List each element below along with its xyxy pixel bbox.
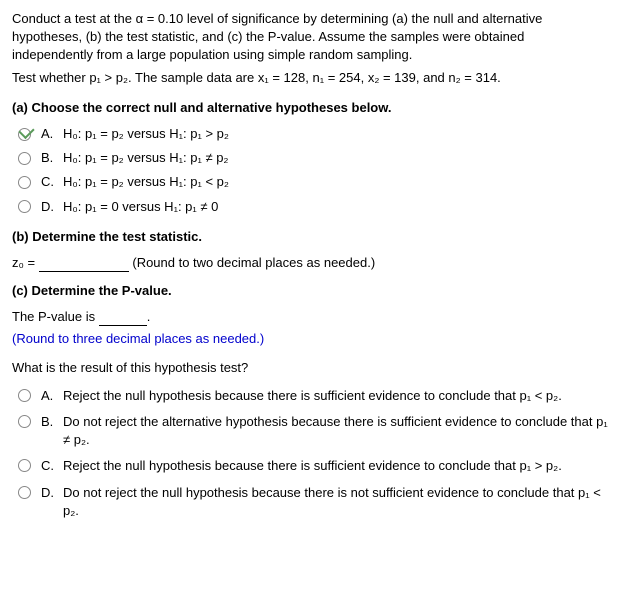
- option-text: H₀: p₁ = p₂ versus H₁: p₁ > p₂: [63, 125, 229, 143]
- option-a-row[interactable]: A. H₀: p₁ = p₂ versus H₁: p₁ > p₂: [18, 125, 608, 143]
- part-c-prompt: (c) Determine the P-value.: [12, 282, 608, 300]
- radio-icon[interactable]: [18, 459, 31, 472]
- option-label: A.: [41, 387, 63, 405]
- option-text: H₀: p₁ = 0 versus H₁: p₁ ≠ 0: [63, 198, 218, 216]
- z0-label: z₀ =: [12, 255, 35, 270]
- result-option-c[interactable]: C. Reject the null hypothesis because th…: [18, 457, 608, 475]
- option-d-row[interactable]: D. H₀: p₁ = 0 versus H₁: p₁ ≠ 0: [18, 198, 608, 216]
- option-label: C.: [41, 173, 63, 191]
- radio-icon[interactable]: [18, 152, 31, 165]
- option-label: C.: [41, 457, 63, 475]
- z0-hint: (Round to two decimal places as needed.): [132, 255, 375, 270]
- option-text: Do not reject the null hypothesis becaus…: [63, 484, 608, 520]
- radio-selected-icon[interactable]: [18, 128, 31, 141]
- option-label: B.: [41, 413, 63, 431]
- z0-input-row: z₀ = (Round to two decimal places as nee…: [12, 254, 608, 272]
- result-option-d[interactable]: D. Do not reject the null hypothesis bec…: [18, 484, 608, 520]
- option-c-row[interactable]: C. H₀: p₁ = p₂ versus H₁: p₁ < p₂: [18, 173, 608, 191]
- option-label: B.: [41, 149, 63, 167]
- option-label: A.: [41, 125, 63, 143]
- pvalue-input-blank[interactable]: [99, 311, 147, 326]
- z0-input-blank[interactable]: [39, 257, 129, 272]
- option-text: Reject the null hypothesis because there…: [63, 457, 608, 475]
- test-whether-line: Test whether p₁ > p₂. The sample data ar…: [12, 69, 608, 87]
- problem-intro: Conduct a test at the α = 0.10 level of …: [12, 10, 608, 65]
- radio-icon[interactable]: [18, 389, 31, 402]
- option-text: Reject the null hypothesis because there…: [63, 387, 608, 405]
- option-label: D.: [41, 484, 63, 502]
- result-option-a[interactable]: A. Reject the null hypothesis because th…: [18, 387, 608, 405]
- option-text: H₀: p₁ = p₂ versus H₁: p₁ ≠ p₂: [63, 149, 228, 167]
- pvalue-hint: (Round to three decimal places as needed…: [12, 330, 608, 348]
- option-label: D.: [41, 198, 63, 216]
- radio-icon[interactable]: [18, 176, 31, 189]
- result-option-b[interactable]: B. Do not reject the alternative hypothe…: [18, 413, 608, 449]
- radio-icon[interactable]: [18, 486, 31, 499]
- option-text: Do not reject the alternative hypothesis…: [63, 413, 608, 449]
- result-question: What is the result of this hypothesis te…: [12, 359, 608, 377]
- option-text: H₀: p₁ = p₂ versus H₁: p₁ < p₂: [63, 173, 229, 191]
- pvalue-row: The P-value is .: [12, 308, 608, 326]
- pvalue-label: The P-value is: [12, 309, 95, 324]
- radio-icon[interactable]: [18, 415, 31, 428]
- option-b-row[interactable]: B. H₀: p₁ = p₂ versus H₁: p₁ ≠ p₂: [18, 149, 608, 167]
- radio-icon[interactable]: [18, 200, 31, 213]
- part-b-prompt: (b) Determine the test statistic.: [12, 228, 608, 246]
- part-a-prompt: (a) Choose the correct null and alternat…: [12, 99, 608, 117]
- part-a-options: A. H₀: p₁ = p₂ versus H₁: p₁ > p₂ B. H₀:…: [18, 125, 608, 216]
- result-options: A. Reject the null hypothesis because th…: [18, 387, 608, 520]
